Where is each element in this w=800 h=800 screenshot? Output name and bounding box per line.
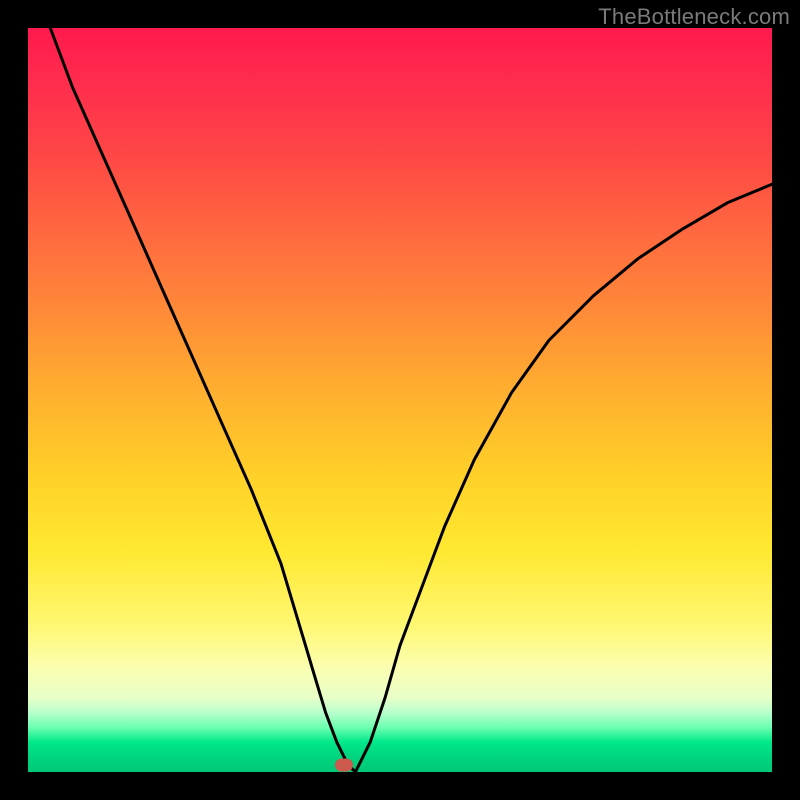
watermark-text: TheBottleneck.com (598, 4, 790, 30)
curve-path (50, 28, 772, 772)
plot-area (28, 28, 772, 772)
chart-frame: TheBottleneck.com (0, 0, 800, 800)
bottleneck-curve (28, 28, 772, 772)
optimum-marker (335, 758, 353, 771)
